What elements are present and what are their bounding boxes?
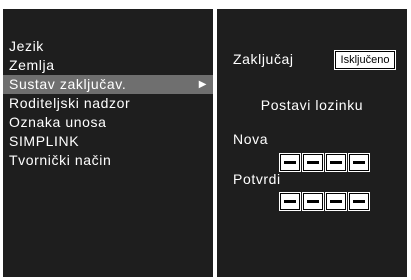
menu-item-input-label[interactable]: Oznaka unosa — [3, 113, 213, 132]
pin-digit-box[interactable] — [303, 154, 323, 171]
chevron-right-icon: ▶ — [198, 79, 207, 90]
dash-icon — [330, 161, 342, 164]
dash-icon — [353, 200, 365, 203]
menu-item-country[interactable]: Zemlja — [3, 56, 213, 75]
dash-icon — [284, 200, 296, 203]
menu-item-label: SIMPLINK — [9, 133, 80, 149]
pin-digit-box[interactable] — [349, 193, 369, 210]
menu-item-lock-system[interactable]: Sustav zaključav. ▶ — [3, 75, 213, 94]
pin-digit-box[interactable] — [326, 154, 346, 171]
dash-icon — [307, 161, 319, 164]
tv-settings-screen: Jezik Zemlja Sustav zaključav. ▶ Roditel… — [0, 0, 411, 280]
menu-item-language[interactable]: Jezik — [3, 37, 213, 56]
lock-system-panel: Zaključaj Isključeno Postavi lozinku Nov… — [217, 9, 407, 277]
confirm-password-input[interactable] — [280, 193, 372, 210]
lock-label: Zaključaj — [233, 51, 294, 67]
menu-item-label: Tvornički način — [9, 152, 112, 168]
options-menu: Jezik Zemlja Sustav zaključav. ▶ Roditel… — [3, 37, 213, 170]
menu-item-parental-control[interactable]: Roditeljski nadzor — [3, 94, 213, 113]
menu-item-label: Zemlja — [9, 57, 55, 73]
dash-icon — [353, 161, 365, 164]
menu-item-label: Sustav zaključav. — [9, 76, 127, 92]
dash-icon — [330, 200, 342, 203]
dash-icon — [307, 200, 319, 203]
menu-item-label: Oznaka unosa — [9, 114, 107, 130]
pin-digit-box[interactable] — [303, 193, 323, 210]
options-menu-panel: Jezik Zemlja Sustav zaključav. ▶ Roditel… — [3, 9, 213, 277]
dash-icon — [284, 161, 296, 164]
new-password-label: Nova — [233, 131, 269, 147]
menu-item-label: Jezik — [9, 38, 44, 54]
set-password-title: Postavi lozinku — [260, 97, 364, 113]
pin-digit-box[interactable] — [280, 193, 300, 210]
pin-digit-box[interactable] — [326, 193, 346, 210]
menu-item-label: Roditeljski nadzor — [9, 95, 131, 111]
pin-digit-box[interactable] — [349, 154, 369, 171]
lock-toggle[interactable]: Isključeno — [335, 51, 395, 69]
menu-item-simplink[interactable]: SIMPLINK — [3, 132, 213, 151]
confirm-password-label: Potvrdi — [233, 171, 281, 187]
menu-item-factory-mode[interactable]: Tvornički način — [3, 151, 213, 170]
pin-digit-box[interactable] — [280, 154, 300, 171]
new-password-input[interactable] — [280, 154, 372, 171]
